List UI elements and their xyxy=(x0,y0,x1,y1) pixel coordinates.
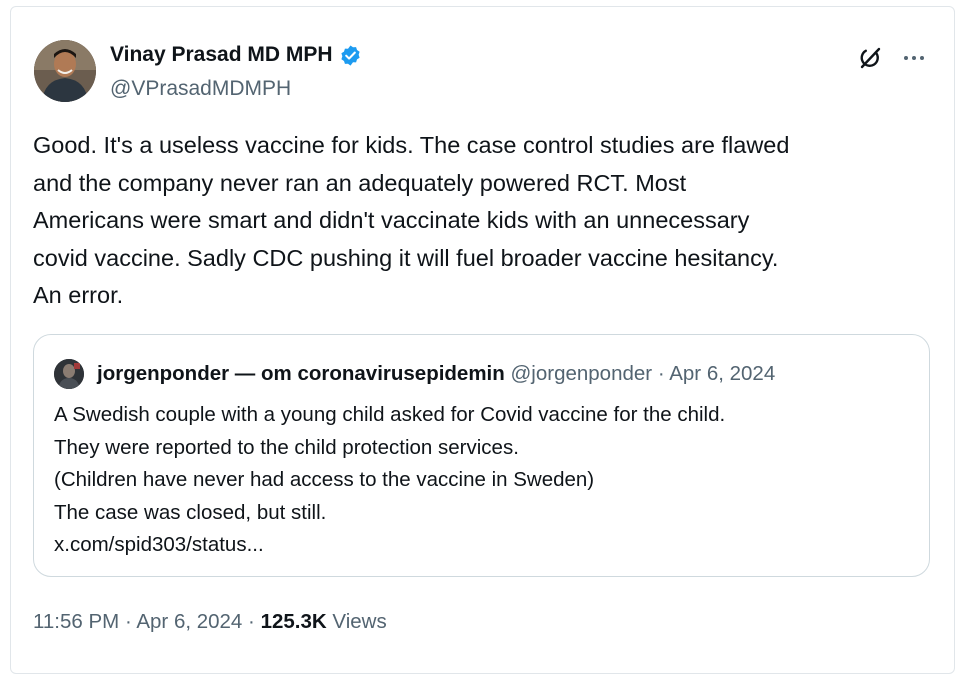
quote-author-avatar[interactable] xyxy=(54,359,84,389)
views-label: Views xyxy=(332,610,387,633)
author-display-name[interactable]: Vinay Prasad MD MPH xyxy=(110,42,362,68)
tweet-text-line: Good. It's a useless vaccine for kids. T… xyxy=(33,132,790,158)
quote-text-line: (Children have never had access to the v… xyxy=(54,468,595,491)
tweet-text-line: and the company never ran an adequately … xyxy=(33,169,687,196)
tweet-time[interactable]: 11:56 PM xyxy=(33,610,119,633)
quote-date[interactable]: Apr 6, 2024 xyxy=(669,362,775,385)
views-count[interactable]: 125.3K xyxy=(261,610,327,633)
quote-text: A Swedish couple with a young child aske… xyxy=(54,399,725,562)
quote-text-line: They were reported to the child protecti… xyxy=(54,435,519,459)
tweet-text-line: Americans were smart and didn't vaccinat… xyxy=(33,207,750,233)
author-handle[interactable]: @VPrasadMDMPH xyxy=(110,76,291,102)
quoted-tweet[interactable]: jorgenponder — om coronavirusepidemin @j… xyxy=(33,334,930,577)
grok-icon[interactable] xyxy=(856,44,884,72)
tweet-text: Good. It's a useless vaccine for kids. T… xyxy=(33,127,933,315)
tweet-text-line: An error. xyxy=(33,282,124,308)
quote-author-name[interactable]: jorgenponder — om coronavirusepidemin xyxy=(97,362,505,385)
footer-separator: · xyxy=(124,610,132,633)
author-avatar[interactable] xyxy=(34,40,96,102)
quote-header: jorgenponder — om coronavirusepidemin @j… xyxy=(97,361,775,387)
more-horizontal-icon[interactable] xyxy=(902,48,926,68)
quote-text-line: A Swedish couple with a young child aske… xyxy=(54,403,726,426)
tweet-date[interactable]: Apr 6, 2024 xyxy=(136,610,242,633)
verified-badge-icon xyxy=(339,44,362,67)
tweet-footer: 11:56 PM · Apr 6, 2024 · 125.3K Views xyxy=(33,609,387,635)
quote-separator: · xyxy=(657,362,665,385)
quote-link[interactable]: x.com/spid303/status... xyxy=(54,529,725,562)
quote-text-line: The case was closed, but still. xyxy=(54,500,327,524)
footer-separator: · xyxy=(248,610,255,633)
tweet-text-line: covid vaccine. Sadly CDC pushing it will… xyxy=(33,244,779,271)
author-name-text: Vinay Prasad MD MPH xyxy=(110,43,333,66)
quote-author-handle[interactable]: @jorgenponder xyxy=(510,362,652,385)
